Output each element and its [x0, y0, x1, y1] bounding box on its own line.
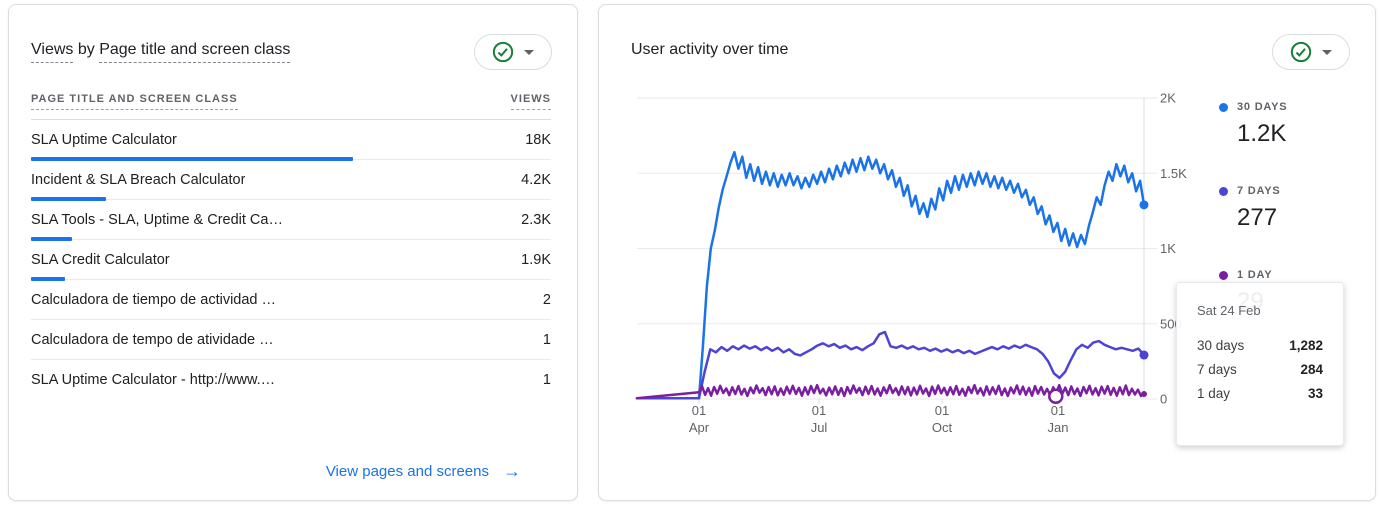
column-header-page-title: PAGE TITLE AND SCREEN CLASS	[31, 93, 238, 110]
tooltip-row: 30 days 1,282	[1197, 338, 1323, 353]
tooltip-series-value: 33	[1308, 386, 1323, 401]
pages-table: PAGE TITLE AND SCREEN CLASS VIEWS SLA Up…	[31, 93, 551, 400]
page-title-cell: Calculadora de tempo de atividade …	[31, 332, 274, 348]
legend-item-7-days[interactable]: 7 DAYS 277	[1219, 185, 1281, 232]
legend-label: 30 DAYS	[1237, 101, 1287, 113]
y-axis-tick-label: 1K	[1160, 241, 1176, 256]
table-row: Incident & SLA Breach Calculator 4.2K	[31, 160, 551, 200]
table-header: PAGE TITLE AND SCREEN CLASS VIEWS	[31, 93, 551, 120]
page-title-cell: SLA Uptime Calculator - http://www.…	[31, 372, 275, 388]
tooltip-rows: 30 days 1,282 7 days 284 1 day 33	[1197, 338, 1323, 401]
table-row: SLA Uptime Calculator - http://www.… 1	[31, 360, 551, 400]
table-row: Calculadora de tiempo de actividad … 2	[31, 280, 551, 320]
title-dimension-term: Page title and screen class	[99, 41, 290, 63]
table-row: SLA Uptime Calculator 18K	[31, 120, 551, 160]
views-cell: 1	[543, 372, 551, 388]
page-title-cell: Calculadora de tiempo de actividad …	[31, 292, 276, 308]
legend-item-30-days[interactable]: 30 DAYS 1.2K	[1219, 101, 1287, 148]
tooltip-series-label: 7 days	[1197, 362, 1237, 377]
x-axis-tick-label: 01Jul	[789, 402, 849, 436]
tooltip-series-label: 30 days	[1197, 338, 1244, 353]
x-axis-tick-label: 01Oct	[912, 402, 972, 436]
x-axis-tick-label: 01Jan	[1028, 402, 1088, 436]
legend-dot-icon	[1219, 187, 1228, 196]
view-pages-and-screens-link[interactable]: View pages and screens →	[326, 461, 521, 482]
legend-label: 7 DAYS	[1237, 185, 1281, 197]
footer-link-label: View pages and screens	[326, 463, 489, 480]
tooltip-series-value: 1,282	[1289, 338, 1323, 353]
series-end-dot	[1140, 351, 1149, 360]
title-by: by	[73, 41, 99, 58]
tooltip-row: 1 day 33	[1197, 386, 1323, 401]
series-line-30-days	[637, 152, 1144, 398]
views-cell: 1	[543, 332, 551, 348]
page-title-cell: SLA Tools - SLA, Uptime & Credit Ca…	[31, 212, 283, 228]
series-end-dot	[1140, 200, 1149, 209]
chevron-down-icon	[524, 50, 534, 55]
tooltip-row: 7 days 284	[1197, 362, 1323, 377]
user-activity-card: User activity over time 05001K1.5K2K 01A…	[598, 4, 1376, 501]
y-axis-tick-label: 0	[1160, 392, 1167, 407]
legend-label: 1 DAY	[1237, 269, 1272, 281]
table-row: Calculadora de tempo de atividade … 1	[31, 320, 551, 360]
title-views-term: Views	[31, 41, 73, 63]
column-header-views: VIEWS	[511, 93, 551, 110]
arrow-right-icon: →	[503, 461, 521, 482]
tooltip-series-value: 284	[1300, 362, 1323, 377]
hover-point-marker	[1049, 390, 1062, 403]
legend-dot-icon	[1219, 103, 1228, 112]
series-line-1-day	[637, 385, 1144, 398]
tooltip-date: Sat 24 Feb	[1197, 303, 1323, 318]
chart-status-dropdown-button[interactable]	[474, 34, 552, 70]
views-by-page-card: Views by Page title and screen class PAG…	[8, 4, 578, 501]
views-cell: 18K	[525, 132, 551, 148]
y-axis-tick-label: 2K	[1160, 91, 1176, 106]
page-title-cell: SLA Uptime Calculator	[31, 132, 177, 148]
tooltip-series-label: 1 day	[1197, 386, 1230, 401]
legend-value: 1.2K	[1237, 120, 1287, 148]
views-cell: 4.2K	[521, 172, 551, 188]
legend-dot-icon	[1219, 271, 1228, 280]
x-axis-tick-label: 01Apr	[669, 402, 729, 436]
check-circle-icon	[492, 41, 514, 63]
user-activity-chart[interactable]: 05001K1.5K2K 01Apr01Jul01Oct01Jan 30 DAY…	[599, 5, 1375, 500]
views-cell: 1.9K	[521, 252, 551, 268]
series-end-dot	[1141, 391, 1147, 397]
y-axis-tick-label: 1.5K	[1160, 166, 1187, 181]
card-title: Views by Page title and screen class	[31, 41, 290, 59]
page-title-cell: SLA Credit Calculator	[31, 252, 170, 268]
page-title-cell: Incident & SLA Breach Calculator	[31, 172, 245, 188]
table-row: SLA Credit Calculator 1.9K	[31, 240, 551, 280]
views-cell: 2	[543, 292, 551, 308]
table-row: SLA Tools - SLA, Uptime & Credit Ca… 2.3K	[31, 200, 551, 240]
table-body: SLA Uptime Calculator 18K Incident & SLA B…	[31, 120, 551, 400]
chart-tooltip: Sat 24 Feb 30 days 1,282 7 days 284 1 day 33	[1176, 282, 1344, 446]
views-cell: 2.3K	[521, 212, 551, 228]
legend-value: 277	[1237, 204, 1281, 232]
